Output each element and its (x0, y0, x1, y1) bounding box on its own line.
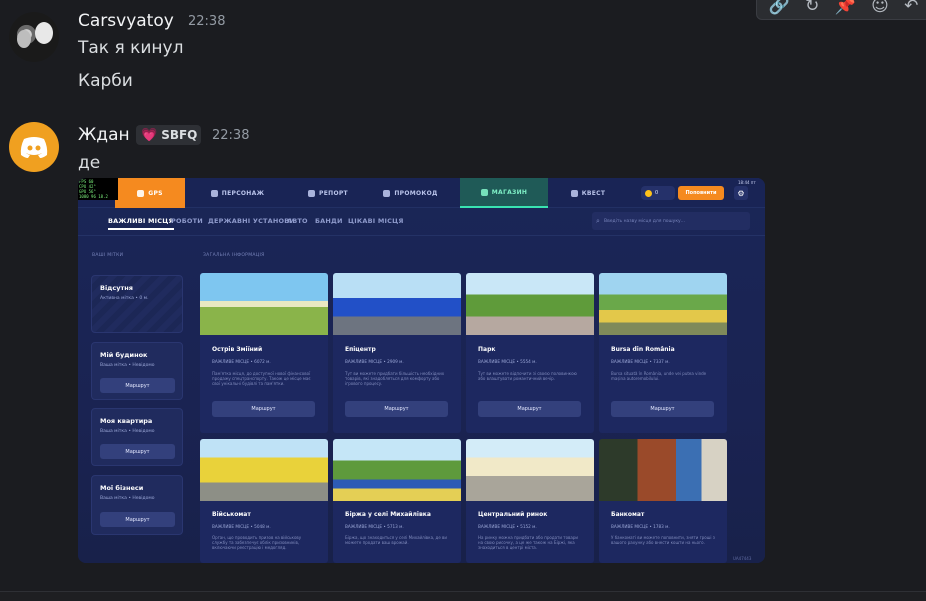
mark-business: Мої бізнеси Ваша мітка • Невідомо Маршру… (91, 475, 183, 535)
mark-apartment: Моя квартира Ваша мітка • Невідомо Маршр… (91, 408, 183, 466)
route-button[interactable]: Маршрут (100, 512, 175, 527)
username[interactable]: Ждан (78, 125, 130, 145)
topup-button[interactable]: Поповнити (678, 186, 724, 200)
pin-icon[interactable]: 📌 (835, 0, 856, 15)
subtab-auto[interactable]: АВТО (287, 217, 308, 225)
subtab-important[interactable]: ВАЖЛИВІ МІСЦЯ (108, 217, 174, 230)
guild-tag[interactable]: 💗 SBFQ (136, 125, 201, 145)
timestamp: 22:38 (188, 14, 226, 29)
coin-balance: 0 (641, 186, 675, 200)
chat-input-bar[interactable] (0, 591, 926, 601)
subtab-jobs[interactable]: РОБОТИ (171, 217, 203, 225)
route-button[interactable]: Маршрут (478, 401, 581, 417)
subtab-government[interactable]: ДЕРЖАВНІ УСТАНОВИ (208, 217, 295, 225)
emoji-icon[interactable]: ☺ (871, 0, 889, 15)
place-card[interactable]: Bursa din România ВАЖЛИВЕ МІСЦЕ • 7337 м… (599, 273, 727, 433)
place-card[interactable]: Острів Зміїний ВАЖЛИВЕ МІСЦЕ • 6072 м. П… (200, 273, 328, 433)
map-icon (137, 189, 145, 197)
route-button[interactable]: Маршрут (345, 401, 448, 417)
bag-icon (480, 188, 488, 196)
reply-back-icon[interactable]: ↶ (904, 0, 918, 15)
mark-house: Мій будинок Ваша мітка • Невідомо Маршру… (91, 342, 183, 400)
quest-icon (570, 189, 578, 197)
ticket-icon (383, 189, 391, 197)
place-search-input[interactable]: Введіть назву місця для пошуку... (592, 212, 750, 230)
place-card[interactable]: Біржа у селі Михайлівка ВАЖЛИВЕ МІСЦЕ • … (333, 439, 461, 563)
discord-logo-icon (20, 137, 48, 158)
place-card[interactable]: Парк ВАЖЛИВЕ МІСЦЕ • 5554 м. Тут ви може… (466, 273, 594, 433)
avatar[interactable] (9, 12, 59, 62)
report-icon (308, 189, 316, 197)
place-image (200, 439, 328, 501)
subtab-interesting[interactable]: ЦІКАВІ МІСЦЯ (348, 217, 404, 225)
tab-report[interactable]: РЕПОРТ (288, 178, 368, 208)
route-button[interactable]: Маршрут (100, 444, 175, 459)
message-text: де (78, 153, 101, 173)
tab-shop[interactable]: МАГАЗИН (460, 178, 548, 208)
place-image (466, 439, 594, 501)
place-image (333, 439, 461, 501)
message-text: Карби (78, 71, 133, 91)
place-card[interactable]: Центральний ринок ВАЖЛИВЕ МІСЦЕ • 5152 м… (466, 439, 594, 563)
place-card[interactable]: Військомат ВАЖЛИВЕ МІСЦЕ • 5048 м. Орган… (200, 439, 328, 563)
section-title-marks: ВАШІ МІТКИ (92, 253, 124, 258)
game-version: UA47443 (733, 556, 752, 561)
section-title-info: ЗАГАЛЬНА ІНФОРМАЦІЯ (203, 253, 265, 258)
tab-promocode[interactable]: ПРОМОКОД (368, 178, 453, 208)
place-image (333, 273, 461, 335)
avatar[interactable] (9, 122, 59, 172)
route-button[interactable]: Маршрут (100, 378, 175, 393)
reply-icon[interactable]: ↻ (805, 0, 819, 15)
gear-icon[interactable]: ⚙ (734, 186, 748, 200)
username[interactable]: Carsvyatoy (78, 11, 174, 31)
route-button[interactable]: Маршрут (212, 401, 315, 417)
image-attachment[interactable]: GPS ПЕРСОНАЖ РЕПОРТ ПРОМОКОД МАГАЗИН КВЕ… (78, 178, 765, 563)
heart-icon: 💗 (141, 127, 158, 143)
place-image (200, 273, 328, 335)
place-image (599, 273, 727, 335)
place-card[interactable]: Епіцентр ВАЖЛИВЕ МІСЦЕ • 2909 м. Тут ви … (333, 273, 461, 433)
place-card[interactable]: Банкомат ВАЖЛИВЕ МІСЦЕ • 1783 м. У банко… (599, 439, 727, 563)
user-icon (210, 189, 218, 197)
game-clock: 18:44 пт (738, 180, 756, 185)
tab-character[interactable]: ПЕРСОНАЖ (190, 178, 285, 208)
message-actions-toolbar: 🔗 ↻ 📌 ☺ ↶ (756, 0, 926, 20)
place-image (599, 439, 727, 501)
subtab-gangs[interactable]: БАНДИ (315, 217, 343, 225)
route-button[interactable]: Маршрут (611, 401, 714, 417)
tab-quest[interactable]: КВЕСТ (558, 178, 618, 208)
place-image (466, 273, 594, 335)
timestamp: 22:38 (212, 128, 250, 143)
coin-icon (645, 189, 652, 197)
link-icon[interactable]: 🔗 (769, 0, 790, 15)
mark-active: Відсутня Активна мітка • 0 м. (91, 275, 183, 333)
fps-overlay: FPS 60 CPU 42° GPU 56° 1080 96 18.2 (78, 178, 118, 200)
tab-gps[interactable]: GPS (115, 178, 185, 208)
message-text: Так я кинул (78, 38, 184, 58)
